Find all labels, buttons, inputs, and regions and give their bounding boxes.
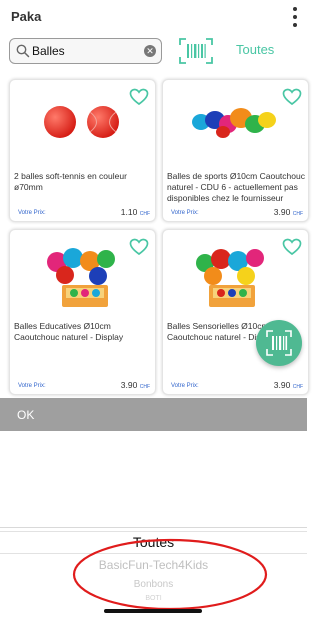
brand-picker[interactable]: Toutes BasicFun-Tech4Kids Bonbons BOTI: [0, 527, 307, 617]
picker-overlay-space: [0, 431, 307, 527]
search-input[interactable]: [32, 42, 138, 60]
picker-selection-line: [0, 531, 307, 532]
favorite-heart-icon[interactable]: [282, 88, 302, 106]
app-title: Paka: [11, 9, 42, 24]
barcode-scan-icon[interactable]: [178, 37, 214, 65]
product-price: 3.90 CHF: [273, 207, 303, 217]
product-card[interactable]: 2 balles soft-tennis en couleur ø70mm Vo…: [9, 79, 156, 222]
favorite-heart-icon[interactable]: [129, 238, 149, 256]
currency-label: CHF: [139, 384, 150, 390]
product-price: 3.90 CHF: [120, 380, 150, 390]
picker-option[interactable]: BOTI: [0, 595, 307, 602]
price-label: Votre Prix:: [171, 210, 199, 216]
ok-button[interactable]: OK: [17, 408, 34, 422]
currency-label: CHF: [292, 384, 303, 390]
price-label: Votre Prix:: [18, 383, 46, 389]
filter-button[interactable]: Toutes: [236, 42, 274, 57]
product-card[interactable]: Balles de sports Ø10cm Caoutchouc nature…: [162, 79, 309, 222]
product-price: 1.10 CHF: [120, 207, 150, 217]
favorite-heart-icon[interactable]: [129, 88, 149, 106]
ok-toolbar: OK: [0, 398, 307, 431]
picker-option[interactable]: Bonbons: [0, 579, 307, 590]
search-icon: [16, 44, 30, 58]
product-card[interactable]: Balles Educatives Ø10cm Caoutchouc natur…: [9, 229, 156, 395]
picker-option[interactable]: BasicFun-Tech4Kids: [0, 558, 307, 572]
price-label: Votre Prix:: [171, 383, 199, 389]
scan-fab-button[interactable]: [256, 320, 302, 366]
app-header: Paka: [0, 0, 307, 34]
clear-search-icon[interactable]: ✕: [144, 45, 156, 57]
favorite-heart-icon[interactable]: [282, 238, 302, 256]
picker-option-selected[interactable]: Toutes: [0, 534, 307, 550]
search-row: ✕ Toutes: [0, 34, 307, 70]
product-title: Balles de sports Ø10cm Caoutchouc nature…: [167, 171, 305, 203]
barcode-scan-icon: [266, 330, 292, 356]
product-price: 3.90 CHF: [273, 380, 303, 390]
search-field[interactable]: ✕: [9, 38, 162, 64]
product-card[interactable]: Balles Sensorielles Ø10cm Caoutchouc nat…: [162, 229, 309, 395]
currency-label: CHF: [139, 211, 150, 217]
product-title: Balles Educatives Ø10cm Caoutchouc natur…: [14, 321, 124, 342]
picker-selection-line: [0, 553, 307, 554]
home-indicator: [104, 609, 202, 613]
price-label: Votre Prix:: [18, 210, 46, 216]
currency-label: CHF: [292, 211, 303, 217]
product-title: 2 balles soft-tennis en couleur ø70mm: [14, 171, 127, 192]
more-options-icon[interactable]: [289, 5, 301, 29]
